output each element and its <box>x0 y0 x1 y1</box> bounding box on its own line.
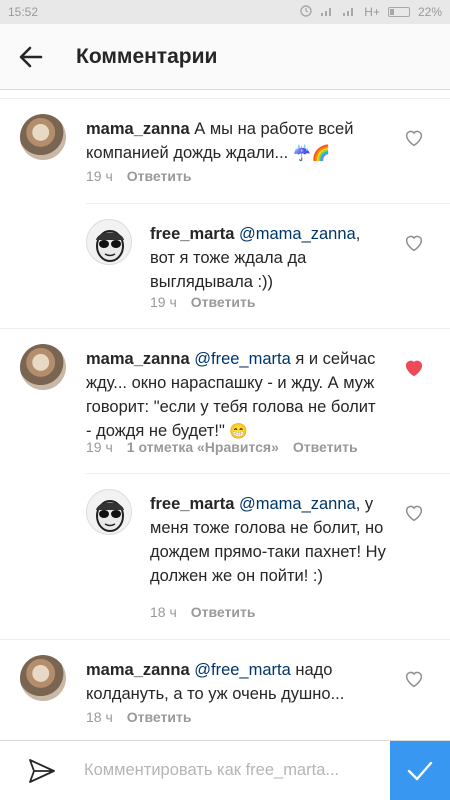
comment-username[interactable]: free_marta <box>150 495 234 513</box>
comment-mention[interactable]: @free_marta <box>194 350 291 368</box>
comment-meta: 19 ч Ответить <box>86 168 191 184</box>
battery-percent: 22% <box>417 5 442 19</box>
comment-time: 19 ч <box>150 294 177 310</box>
comment-text: mama_zanna @free_marta надо колдануть, а… <box>86 658 378 706</box>
comment-username[interactable]: mama_zanna <box>86 661 190 679</box>
battery-icon <box>387 7 410 17</box>
comment-meta: 19 ч Ответить <box>150 294 255 310</box>
comment-input[interactable] <box>84 761 390 780</box>
comment-mention[interactable]: @free_marta <box>194 661 291 679</box>
comment-meta: 18 ч Ответить <box>86 709 191 725</box>
app-bar: Комментарии <box>0 24 450 90</box>
reply-button[interactable]: Ответить <box>127 709 192 725</box>
comment-item: mama_zanna @free_marta надо колдануть, а… <box>0 639 450 740</box>
back-button[interactable] <box>0 24 62 90</box>
network-type: H+ <box>364 5 380 19</box>
comment-time: 19 ч <box>86 439 113 455</box>
avatar[interactable] <box>20 344 66 390</box>
direct-send-button[interactable] <box>0 741 84 800</box>
comment-text: free_marta @mama_zanna, у меня тоже голо… <box>150 492 390 588</box>
comment-text: mama_zanna @free_marta я и сейчас жду...… <box>86 347 378 443</box>
paper-plane-icon <box>29 758 55 783</box>
comment-emoji: ☔🌈 <box>292 145 331 162</box>
comment-username[interactable]: free_marta <box>150 225 234 243</box>
avatar[interactable] <box>86 489 132 535</box>
avatar[interactable] <box>20 655 66 701</box>
comment-text: mama_zanna А мы на работе всей компанией… <box>86 117 378 165</box>
comment-time: 18 ч <box>150 604 177 620</box>
comment-username[interactable]: mama_zanna <box>86 350 190 368</box>
avatar[interactable] <box>86 219 132 265</box>
heart-outline-icon[interactable] <box>404 129 424 147</box>
reply-button[interactable]: Ответить <box>191 294 256 310</box>
checkmark-icon <box>407 761 433 781</box>
comment-meta: 19 ч 1 отметка «Нравится» Ответить <box>86 439 358 455</box>
comment-time: 18 ч <box>86 709 113 725</box>
comment-mention[interactable]: @mama_zanna <box>239 225 356 243</box>
heart-filled-icon[interactable] <box>404 359 424 377</box>
signal-icon-2 <box>342 5 356 20</box>
alarm-icon <box>300 4 312 20</box>
comment-text: free_marta @mama_zanna, вот я тоже ждала… <box>150 222 382 294</box>
reply-button[interactable]: Ответить <box>127 168 192 184</box>
back-arrow-icon <box>19 46 43 67</box>
comment-mention[interactable]: @mama_zanna <box>239 495 356 513</box>
signal-icon <box>320 5 334 20</box>
status-bar: 15:52 H+ 22% <box>0 0 450 24</box>
reply-button[interactable]: Ответить <box>293 439 358 455</box>
avatar-face-icon <box>96 500 124 532</box>
comment-item: free_marta @mama_zanna, вот я тоже ждала… <box>86 203 450 328</box>
likes-count[interactable]: 1 отметка «Нравится» <box>127 439 279 455</box>
heart-outline-icon[interactable] <box>404 504 424 522</box>
heart-outline-icon[interactable] <box>404 670 424 688</box>
comment-item: free_marta @mama_zanna, у меня тоже голо… <box>86 473 450 639</box>
status-icons: H+ 22% <box>300 4 442 20</box>
avatar-face-icon <box>96 230 124 262</box>
post-comment-button[interactable] <box>390 741 450 800</box>
comment-time: 19 ч <box>86 168 113 184</box>
heart-outline-icon[interactable] <box>404 234 424 252</box>
avatar[interactable] <box>20 114 66 160</box>
comment-meta: 18 ч Ответить <box>150 604 255 620</box>
status-time: 15:52 <box>8 5 39 19</box>
comment-username[interactable]: mama_zanna <box>86 120 190 138</box>
reply-button[interactable]: Ответить <box>191 604 256 620</box>
page-title: Комментарии <box>76 44 218 68</box>
comment-emoji: 😁 <box>229 423 249 440</box>
comment-item: mama_zanna А мы на работе всей компанией… <box>0 98 450 203</box>
comment-item: mama_zanna @free_marta я и сейчас жду...… <box>0 328 450 473</box>
comment-composer <box>0 740 450 800</box>
